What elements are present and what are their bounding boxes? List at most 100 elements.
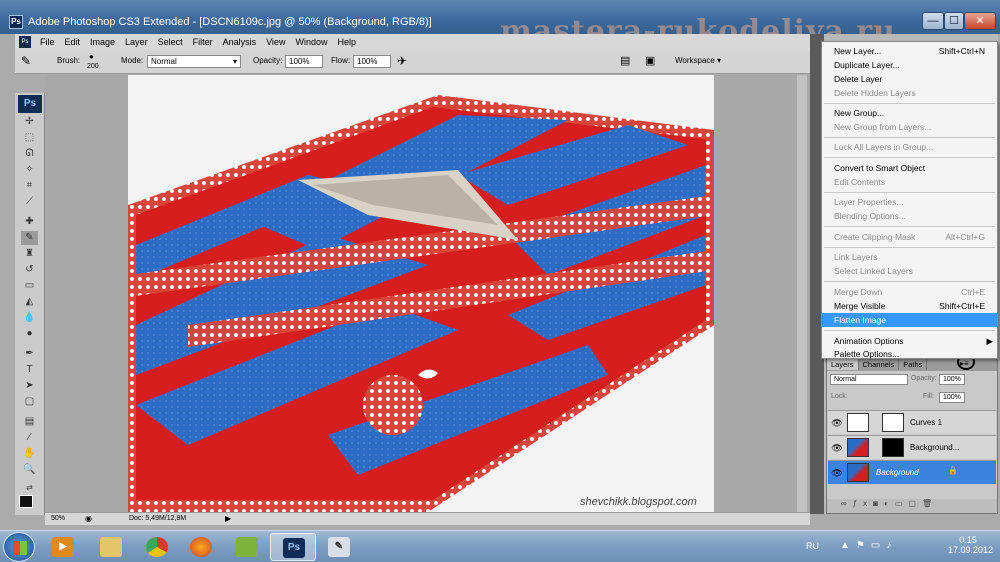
brush-tool-icon[interactable]: ✎ [21,54,31,68]
adjustment-layer-icon[interactable]: ◐ [884,499,895,508]
taskbar-media-player[interactable]: ▶ [40,533,86,561]
ps-menu-logo-icon[interactable]: Ps [19,36,31,48]
minimize-button[interactable]: — [922,12,944,30]
blend-mode-select[interactable]: Normal [830,374,908,385]
volume-icon[interactable]: ♪ [886,540,897,551]
menu-item-palette-options[interactable]: Palette Options... [822,348,997,360]
status-icon[interactable]: ◉ [85,514,92,523]
eyedropper-tool-icon[interactable]: ⁄ [21,431,38,445]
trash-icon[interactable]: 🗑 [922,499,938,508]
visibility-eye-icon[interactable]: 👁 [831,442,843,454]
workspace-button[interactable]: Workspace ▾ [675,56,721,65]
menu-item-new-group-from-layers[interactable]: New Group from Layers... [822,120,997,134]
taskbar-chrome[interactable] [134,533,180,561]
flow-field[interactable]: 100% [353,55,391,68]
lasso-tool-icon[interactable]: ᘏ [21,147,38,161]
status-menu-arrow-icon[interactable]: ▶ [225,514,231,523]
paint-bucket-tool-icon[interactable]: ◭ [21,295,38,309]
link-layers-icon[interactable]: ∞ [841,499,853,508]
zoom-level[interactable]: 50% [51,515,65,522]
magic-wand-tool-icon[interactable]: ✧ [21,163,38,177]
menu-item-new-group[interactable]: New Group... [822,106,997,120]
type-tool-icon[interactable]: T [21,363,38,377]
menu-window[interactable]: Window [290,37,332,47]
maximize-button[interactable]: ☐ [944,12,964,30]
menu-image[interactable]: Image [85,37,120,47]
eraser-tool-icon[interactable]: ▭ [21,279,38,293]
new-group-icon[interactable]: ▭ [895,499,909,508]
add-mask-icon[interactable]: ◙ [873,499,884,508]
tab-paths[interactable]: Paths [899,359,928,370]
menu-item-delete-layer[interactable]: Delete Layer [822,72,997,86]
palette-well-icon[interactable]: ▤ [620,54,630,67]
menu-item-flatten-image[interactable]: Flatten Image [822,313,997,327]
brush-preset-icon[interactable]: ● [89,52,94,61]
menu-item-blending-options[interactable]: Blending Options... [822,209,997,223]
menu-layer[interactable]: Layer [120,37,153,47]
layer-opacity-field[interactable]: 100% [939,374,965,385]
menu-help[interactable]: Help [332,37,361,47]
new-layer-icon[interactable]: ▢ [908,499,922,508]
history-brush-tool-icon[interactable]: ↺ [21,263,38,277]
notes-tool-icon[interactable]: ▤ [21,415,38,429]
network-icon[interactable]: ▲ [840,540,856,551]
menu-view[interactable]: View [261,37,290,47]
menu-item-create-clipping-mask[interactable]: Create Clipping Mask Alt+Ctrl+G [822,230,997,244]
taskbar-photoshop[interactable]: Ps [270,533,316,561]
hand-tool-icon[interactable]: ✋ [21,447,38,461]
menu-edit[interactable]: Edit [60,37,86,47]
taskbar-explorer[interactable] [88,533,134,561]
brush-tool-active-icon[interactable]: ✎ [21,231,38,245]
menu-item-duplicate-layer[interactable]: Duplicate Layer... [822,58,997,72]
menu-item-delete-hidden-layers[interactable]: Delete Hidden Layers [822,86,997,100]
clock[interactable]: 0:15 17.09.2012 [948,535,993,555]
menu-item-link-layers[interactable]: Link Layers [822,250,997,264]
menu-item-merge-down[interactable]: Merge Down Ctrl+E [822,285,997,299]
bridge-icon[interactable]: ▣ [645,54,655,67]
slice-tool-icon[interactable]: ⟋ [21,195,38,209]
menu-item-select-linked-layers[interactable]: Select Linked Layers [822,264,997,278]
menu-item-new-layer[interactable]: New Layer... Shift+Ctrl+N [822,44,997,58]
pen-tool-icon[interactable]: ✒ [21,347,38,361]
taskbar-firefox[interactable] [178,533,224,561]
menu-item-convert-smart-object[interactable]: Convert to Smart Object [822,161,997,175]
move-tool-icon[interactable]: ✢ [21,115,38,129]
foreground-color-swatch[interactable] [19,495,33,508]
healing-brush-tool-icon[interactable]: ✚ [21,215,38,229]
mode-select[interactable]: Normal ▾ [147,55,241,68]
menu-item-lock-all-layers[interactable]: Lock All Layers in Group... [822,140,997,154]
menu-analysis[interactable]: Analysis [218,37,262,47]
tab-layers[interactable]: Layers [827,359,859,370]
tab-channels[interactable]: Channels [859,359,900,370]
airbrush-icon[interactable]: ✈ [397,54,407,68]
opacity-field[interactable]: 100% [285,55,323,68]
menu-filter[interactable]: Filter [188,37,218,47]
layer-row-background-copy[interactable]: 👁 Background... [828,435,996,459]
visibility-eye-icon[interactable]: 👁 [831,417,843,429]
path-selection-tool-icon[interactable]: ➤ [21,379,38,393]
dodge-tool-icon[interactable]: ● [21,327,38,341]
menu-item-merge-visible[interactable]: Merge Visible Shift+Ctrl+E [822,299,997,313]
menu-item-layer-properties[interactable]: Layer Properties... [822,195,997,209]
menu-item-animation-options[interactable]: Animation Options ▶ [822,334,997,348]
layer-row-background[interactable]: 👁 Background 🔒 [828,460,996,484]
menu-file[interactable]: File [35,37,60,47]
marquee-tool-icon[interactable]: ⬚ [21,131,38,145]
vertical-scrollbar[interactable] [797,75,807,512]
zoom-tool-icon[interactable]: 🔍 [21,463,38,477]
fx-icon[interactable]: ƒx [853,499,873,508]
taskbar-paint[interactable]: ✎ [316,533,362,561]
close-button[interactable]: ✕ [964,12,996,30]
image-canvas[interactable] [128,75,714,512]
clone-stamp-tool-icon[interactable]: ♜ [21,247,38,261]
visibility-eye-icon[interactable]: 👁 [831,467,843,479]
panel-menu-icon[interactable]: ▸≡ [960,359,969,368]
menu-item-edit-contents[interactable]: Edit Contents [822,175,997,189]
monitor-icon[interactable]: ▭ [871,540,886,551]
flag-icon[interactable]: ⚑ [856,540,871,551]
shape-tool-icon[interactable]: ▢ [21,395,38,409]
blur-tool-icon[interactable]: 💧 [21,311,38,325]
taskbar-installer[interactable] [224,533,270,561]
layer-row-curves[interactable]: 👁 Curves 1 [828,410,996,434]
language-indicator[interactable]: RU [806,541,819,551]
